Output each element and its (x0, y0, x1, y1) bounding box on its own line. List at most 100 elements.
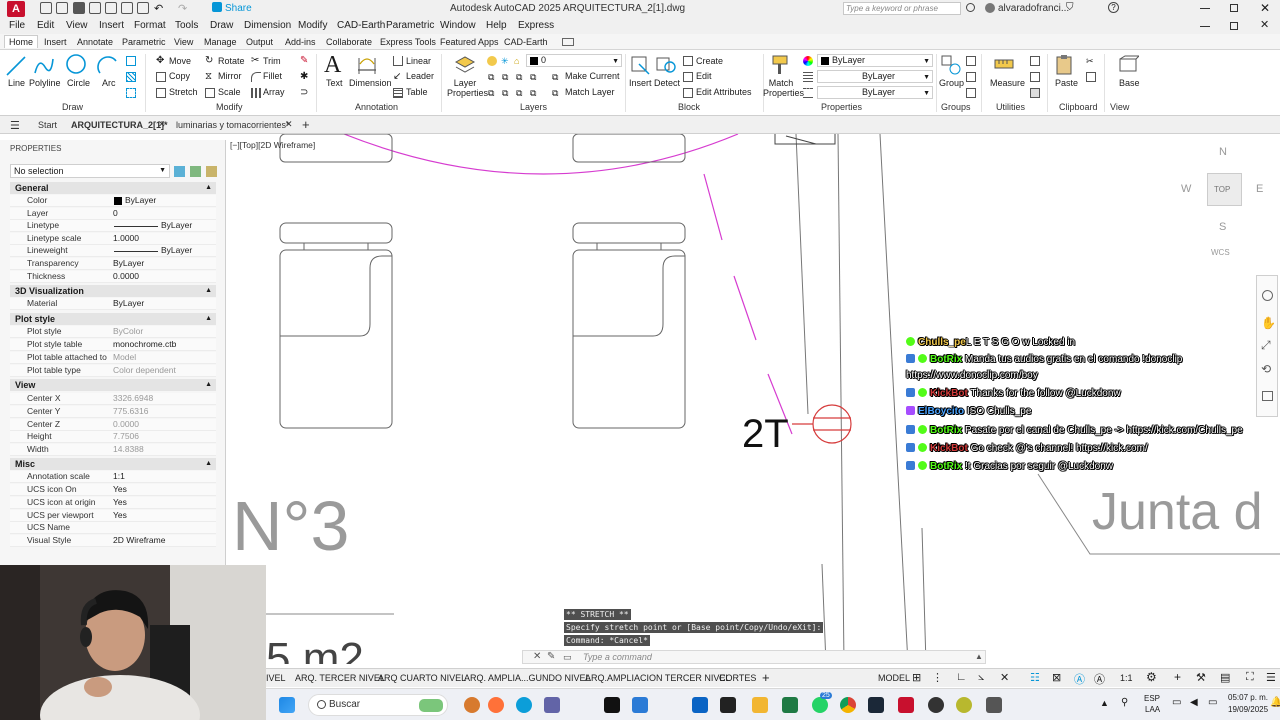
quick-select-icon[interactable] (1030, 56, 1040, 66)
utilities-group-label[interactable]: Utilities (996, 102, 1025, 112)
paste-label[interactable]: Paste (1055, 78, 1078, 88)
tab-luminarias[interactable]: luminarias y tomacorrientes* (176, 120, 290, 130)
layer-tool-icon[interactable]: ⧉ (502, 72, 512, 82)
menu-window[interactable]: Window (440, 20, 476, 31)
tab-cad-earth[interactable]: CAD-Earth (504, 37, 548, 47)
rotate-icon[interactable]: ↻ (205, 56, 215, 66)
tab-start[interactable]: Start (38, 120, 57, 130)
layout-tab[interactable]: ARQ CUARTO NIVEL (378, 673, 466, 683)
maximize-icon[interactable] (1230, 4, 1238, 12)
boundary-icon[interactable] (126, 88, 136, 98)
tab-arquitectura[interactable]: ARQUITECTURA_2[1]* (71, 120, 168, 130)
menu-cad-earth[interactable]: CAD-Earth (337, 20, 385, 31)
taskbar-search[interactable]: Buscar (308, 694, 448, 716)
menu-modify[interactable]: Modify (298, 20, 327, 31)
trim-icon[interactable]: ✂ (251, 56, 261, 66)
match-properties-label[interactable]: Match Properties (763, 78, 804, 98)
leader-label[interactable]: Leader (406, 71, 434, 81)
location-icon[interactable]: ⚲ (1121, 697, 1128, 708)
user-name[interactable]: alvaradofranci... (998, 3, 1069, 14)
help-icon[interactable]: ? (1108, 2, 1119, 13)
linetype-icon[interactable] (803, 88, 813, 98)
layer-properties-label[interactable]: Layer Properties (447, 78, 488, 98)
property-row[interactable]: Plot table attached to Model (10, 352, 216, 364)
stretch-label[interactable]: Stretch (169, 87, 198, 97)
cut-icon[interactable]: ✂ (1086, 56, 1096, 66)
property-row[interactable]: Plot table type Color dependent (10, 365, 216, 377)
workspace-gear-icon[interactable]: ⚙ (1146, 670, 1157, 684)
layout-tab[interactable]: ARQ. AMPLIA...GUNDO NIVEL (464, 673, 591, 683)
chrome-icon[interactable] (840, 697, 856, 713)
menu-view[interactable]: View (66, 20, 88, 31)
property-row[interactable]: Transparency ByLayer (10, 258, 216, 270)
viewcube-south[interactable]: S (1219, 221, 1226, 233)
menu-parametric[interactable]: Parametric (386, 20, 434, 31)
polyline-icon[interactable] (33, 55, 55, 77)
tab-express-tools[interactable]: Express Tools (380, 37, 436, 47)
section-general[interactable]: General ▲ (10, 182, 216, 194)
layer-tool-icon[interactable]: ⧉ (530, 88, 540, 98)
store-icon[interactable] (632, 697, 648, 713)
layout-tab[interactable]: CORTES (719, 673, 756, 683)
edit-attributes-label[interactable]: Edit Attributes (696, 87, 752, 97)
annotation-group-label[interactable]: Annotation (355, 102, 398, 112)
tab-home[interactable]: Home (4, 35, 39, 48)
rotate-label[interactable]: Rotate (218, 56, 245, 66)
linear-icon[interactable] (393, 56, 403, 66)
viewcube-east[interactable]: E (1256, 183, 1263, 195)
section-misc[interactable]: Misc ▲ (10, 458, 216, 470)
language-indicator[interactable]: ESP (1144, 694, 1160, 703)
close-tab-icon[interactable]: ✕ (285, 119, 293, 130)
showmotion-icon[interactable] (1262, 391, 1273, 401)
snap-icon[interactable]: ⋮ (932, 671, 943, 684)
linetype-dropdown[interactable]: ByLayer ▼ (817, 86, 933, 99)
create-block-icon[interactable] (683, 56, 693, 66)
property-row[interactable]: Linetype ByLayer (10, 220, 216, 232)
windows-start-icon[interactable] (279, 697, 295, 713)
ungroup-icon[interactable] (966, 56, 976, 66)
fillet-icon[interactable] (251, 72, 261, 82)
layer-tool-icon[interactable]: ⧉ (488, 72, 498, 82)
customize-command-icon[interactable]: ✎ (547, 651, 555, 662)
wcs-menu[interactable]: WCS (1211, 248, 1230, 257)
group-edit-icon[interactable] (966, 72, 976, 82)
layout-tab[interactable]: ARQ.AMPLIACION TERCER NIVEL (585, 673, 730, 683)
tab-manage[interactable]: Manage (204, 37, 237, 47)
share-button[interactable]: Share (225, 3, 252, 14)
paste-icon[interactable] (1054, 54, 1076, 76)
ribbon-options-icon[interactable] (562, 38, 574, 46)
dimension-label[interactable]: Dimension (349, 78, 392, 88)
layer-freeze-icon[interactable]: ✳ (501, 56, 511, 66)
obs-icon[interactable] (928, 697, 944, 713)
edit-block-icon[interactable] (683, 72, 693, 82)
groups-group-label[interactable]: Groups (941, 102, 971, 112)
leader-icon[interactable]: ↙ (393, 72, 403, 82)
copy-label[interactable]: Copy (169, 71, 190, 81)
property-row[interactable]: Lineweight ByLayer (10, 245, 216, 257)
tab-view[interactable]: View (174, 37, 193, 47)
plot-icon[interactable] (137, 2, 149, 14)
restore-doc-icon[interactable] (1230, 22, 1238, 30)
property-row[interactable]: Plot style ByColor (10, 326, 216, 338)
drawing-canvas[interactable]: [−][Top][2D Wireframe] N°3 5 m2 2T Junta… (226, 134, 1280, 664)
dimension-icon[interactable] (356, 54, 378, 76)
property-row[interactable]: Plot style table monochrome.ctb (10, 339, 216, 351)
insert-block-icon[interactable] (629, 54, 651, 76)
autocad-taskbar-icon[interactable] (898, 697, 914, 713)
make-current-icon[interactable]: ⧉ (552, 72, 562, 82)
trim-label[interactable]: Trim (263, 56, 281, 66)
toggle-pickadd-icon[interactable] (174, 166, 185, 177)
steering-wheel-icon[interactable] (1262, 290, 1273, 301)
color-dropdown[interactable]: ByLayer ▼ (817, 54, 933, 67)
grid-icon[interactable]: ⊞ (912, 671, 921, 684)
tab-parametric[interactable]: Parametric (122, 37, 166, 47)
menu-tools[interactable]: Tools (175, 20, 198, 31)
property-row[interactable]: Thickness 0.0000 (10, 271, 216, 283)
save-icon[interactable] (73, 2, 85, 14)
section-plot-style[interactable]: Plot style ▲ (10, 313, 216, 325)
move-label[interactable]: Move (169, 56, 191, 66)
viewport-controls[interactable]: [−][Top][2D Wireframe] (230, 140, 315, 150)
property-row[interactable]: Annotation scale 1:1 (10, 471, 216, 483)
ortho-icon[interactable]: ∟ (956, 671, 967, 683)
mirror-icon[interactable]: ⧖ (205, 72, 215, 82)
